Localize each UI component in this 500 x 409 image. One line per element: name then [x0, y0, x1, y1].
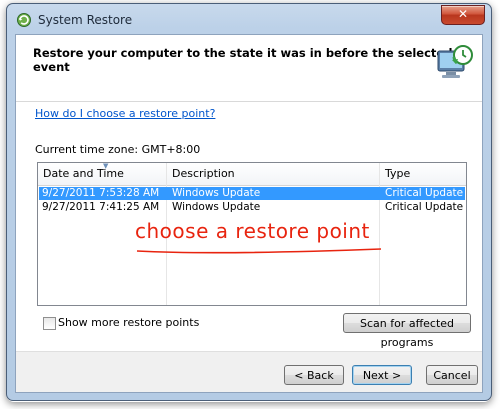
close-icon: ✕	[457, 7, 469, 21]
header-band: Restore your computer to the state it wa…	[16, 35, 482, 93]
system-restore-window: System Restore ✕ Restore your computer t…	[6, 3, 492, 401]
list-header: ▼ Date and Time Description Type	[38, 163, 466, 186]
system-restore-hero-icon	[437, 45, 473, 78]
footer-bar	[16, 352, 482, 392]
column-header-date-label: Date and Time	[43, 167, 124, 180]
row-type: Critical Update	[385, 187, 464, 199]
back-button[interactable]: < Back	[284, 365, 344, 385]
table-row[interactable]: 9/27/2011 7:53:28 AM Windows Update Crit…	[39, 187, 465, 200]
column-header-description-label: Description	[172, 167, 235, 180]
column-header-type[interactable]: Type	[380, 163, 466, 185]
dialog-content: Restore your computer to the state it wa…	[15, 34, 483, 393]
help-link[interactable]: How do I choose a restore point?	[35, 107, 215, 120]
table-row[interactable]: 9/27/2011 7:41:25 AM Windows Update Crit…	[39, 201, 465, 214]
row-date: 9/27/2011 7:53:28 AM	[42, 187, 160, 199]
title-bar[interactable]: System Restore ✕	[7, 4, 491, 34]
show-more-label: Show more restore points	[58, 316, 200, 329]
row-description: Windows Update	[172, 201, 261, 213]
timezone-label: Current time zone: GMT+8:00	[35, 143, 201, 156]
column-header-type-label: Type	[385, 167, 411, 180]
scan-affected-programs-button[interactable]: Scan for affected programs	[343, 313, 471, 349]
annotation-text: choose a restore point	[135, 219, 370, 243]
cancel-button[interactable]: Cancel	[426, 365, 478, 385]
show-more-checkbox[interactable]	[43, 317, 56, 330]
system-restore-app-icon	[17, 13, 31, 27]
window-title: System Restore	[38, 13, 133, 27]
next-button[interactable]: Next >	[352, 365, 412, 385]
header-separator	[16, 101, 482, 102]
row-type: Critical Update	[385, 201, 464, 213]
sort-indicator-icon: ▼	[103, 162, 109, 170]
close-button[interactable]: ✕	[441, 5, 485, 25]
row-date: 9/27/2011 7:41:25 AM	[42, 201, 160, 213]
row-description: Windows Update	[172, 187, 261, 199]
column-divider	[379, 163, 380, 305]
column-header-date[interactable]: ▼ Date and Time	[38, 163, 167, 185]
annotation-underline	[136, 248, 382, 254]
column-header-description[interactable]: Description	[167, 163, 380, 185]
page-headline: Restore your computer to the state it wa…	[33, 46, 453, 74]
